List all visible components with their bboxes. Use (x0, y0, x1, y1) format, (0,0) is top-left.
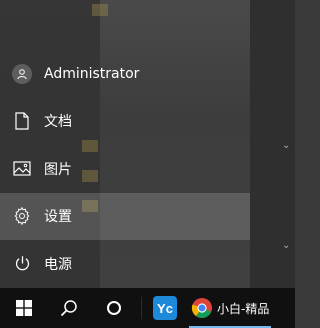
cortana-button[interactable] (90, 288, 138, 328)
taskbar-app-yc[interactable]: Yc (145, 288, 185, 328)
user-name-label: Administrator (44, 65, 140, 82)
settings-label: 设置 (44, 209, 72, 226)
pictures-icon (0, 161, 44, 176)
power-icon (0, 255, 44, 272)
user-account-button[interactable]: Administrator (0, 50, 250, 98)
pictures-button[interactable]: 图片 (0, 145, 250, 193)
cortana-icon (107, 301, 121, 315)
search-icon (60, 300, 77, 317)
folder-icon (92, 4, 108, 16)
taskbar-separator (141, 297, 142, 319)
windows-logo-icon (16, 300, 32, 316)
start-button[interactable] (0, 288, 48, 328)
search-button[interactable] (48, 288, 90, 328)
chevron-down-icon: ⌄ (282, 140, 291, 151)
yc-app-icon: Yc (153, 296, 177, 320)
taskbar-app-chrome[interactable]: 小白-精品 (185, 288, 281, 328)
power-label: 电源 (44, 256, 72, 273)
settings-button[interactable]: 设置 (0, 192, 250, 240)
power-button[interactable]: 电源 (0, 240, 250, 288)
chrome-window-title: 小白-精品 (217, 301, 270, 316)
chevron-down-icon: ⌄ (282, 240, 291, 251)
gear-icon (0, 207, 44, 226)
start-menu-left-rail: Administrator 文档 图片 设置 电源 (0, 50, 250, 288)
user-avatar-icon (12, 63, 32, 84)
taskbar: Yc 小白-精品 (0, 288, 295, 328)
documents-button[interactable]: 文档 (0, 98, 250, 146)
chrome-icon (191, 298, 212, 318)
documents-label: 文档 (44, 114, 72, 131)
document-icon (0, 112, 44, 130)
pictures-label: 图片 (44, 161, 72, 178)
